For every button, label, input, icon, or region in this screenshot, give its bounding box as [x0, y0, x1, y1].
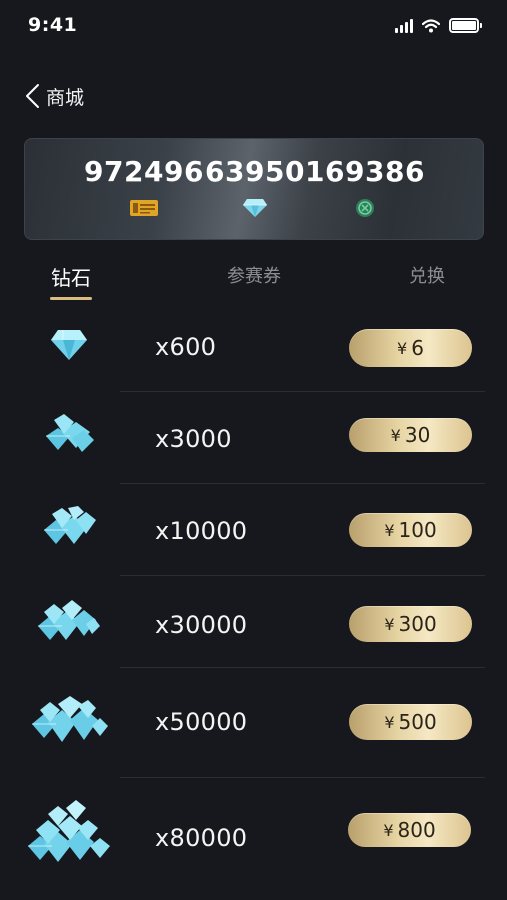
- currency-symbol: ¥: [384, 712, 395, 732]
- diamond-icon: [243, 199, 267, 217]
- tab-diamonds[interactable]: 钻石: [50, 262, 92, 291]
- item-amount: x30000: [155, 611, 248, 639]
- item-amount: x80000: [155, 824, 248, 852]
- price-value: 800: [397, 818, 436, 842]
- item-amount: x3000: [155, 425, 232, 453]
- list-item: x80000 ¥ 800: [0, 778, 507, 888]
- tab-bar: 钻石 参赛券 兑换: [0, 262, 507, 304]
- list-item: x10000 ¥ 100: [0, 484, 507, 576]
- price-value: 30: [404, 423, 431, 447]
- buy-button[interactable]: ¥ 500: [349, 704, 472, 740]
- page-title: 商城: [46, 86, 85, 109]
- diamond-single-icon: [51, 330, 87, 360]
- price-value: 500: [398, 710, 437, 734]
- diamond-pile-large-icon: [38, 600, 100, 640]
- balance-coins: 169386: [290, 155, 440, 218]
- back-button[interactable]: 商城: [22, 80, 84, 112]
- battery-icon: [449, 18, 482, 33]
- list-item: x30000 ¥ 300: [0, 576, 507, 668]
- list-item: x50000 ¥ 500: [0, 668, 507, 778]
- diamond-pile-medium-icon: [44, 506, 96, 544]
- buy-button[interactable]: ¥ 30: [349, 418, 472, 452]
- item-amount: x10000: [155, 517, 248, 545]
- price-value: 100: [398, 518, 437, 542]
- diamond-pile-small-icon: [46, 414, 94, 452]
- price-value: 6: [411, 336, 424, 360]
- status-bar: 9:41: [0, 0, 507, 56]
- status-icons: [395, 18, 482, 33]
- buy-button[interactable]: ¥ 100: [349, 513, 472, 547]
- balance-value: 169386: [305, 155, 425, 188]
- buy-button[interactable]: ¥ 800: [348, 813, 471, 847]
- list-item: x600 ¥ 6: [0, 300, 507, 392]
- tab-exchange[interactable]: 兑换: [405, 262, 449, 288]
- buy-button[interactable]: ¥ 300: [349, 606, 472, 642]
- diamond-heap-icon: [32, 696, 108, 742]
- wifi-icon: [422, 18, 440, 32]
- ticket-icon: [130, 200, 158, 216]
- currency-symbol: ¥: [384, 614, 395, 634]
- currency-symbol: ¥: [390, 425, 401, 445]
- diamond-mountain-icon: [28, 800, 110, 862]
- item-amount: x50000: [155, 708, 248, 736]
- nav-bar: 商城: [0, 78, 507, 114]
- buy-button[interactable]: ¥ 6: [349, 329, 472, 367]
- currency-symbol: ¥: [384, 520, 395, 540]
- price-value: 300: [398, 612, 437, 636]
- chevron-left-icon: [26, 84, 39, 108]
- cellular-signal-icon: [395, 18, 413, 33]
- coin-icon: [356, 199, 374, 217]
- status-time: 9:41: [28, 14, 78, 36]
- currency-symbol: ¥: [383, 820, 394, 840]
- balance-card: 972496 63950 169386: [24, 138, 484, 240]
- tab-tickets[interactable]: 参赛券: [222, 262, 286, 288]
- currency-symbol: ¥: [397, 338, 408, 358]
- list-item: x3000 ¥ 30: [0, 392, 507, 484]
- item-amount: x600: [155, 333, 217, 361]
